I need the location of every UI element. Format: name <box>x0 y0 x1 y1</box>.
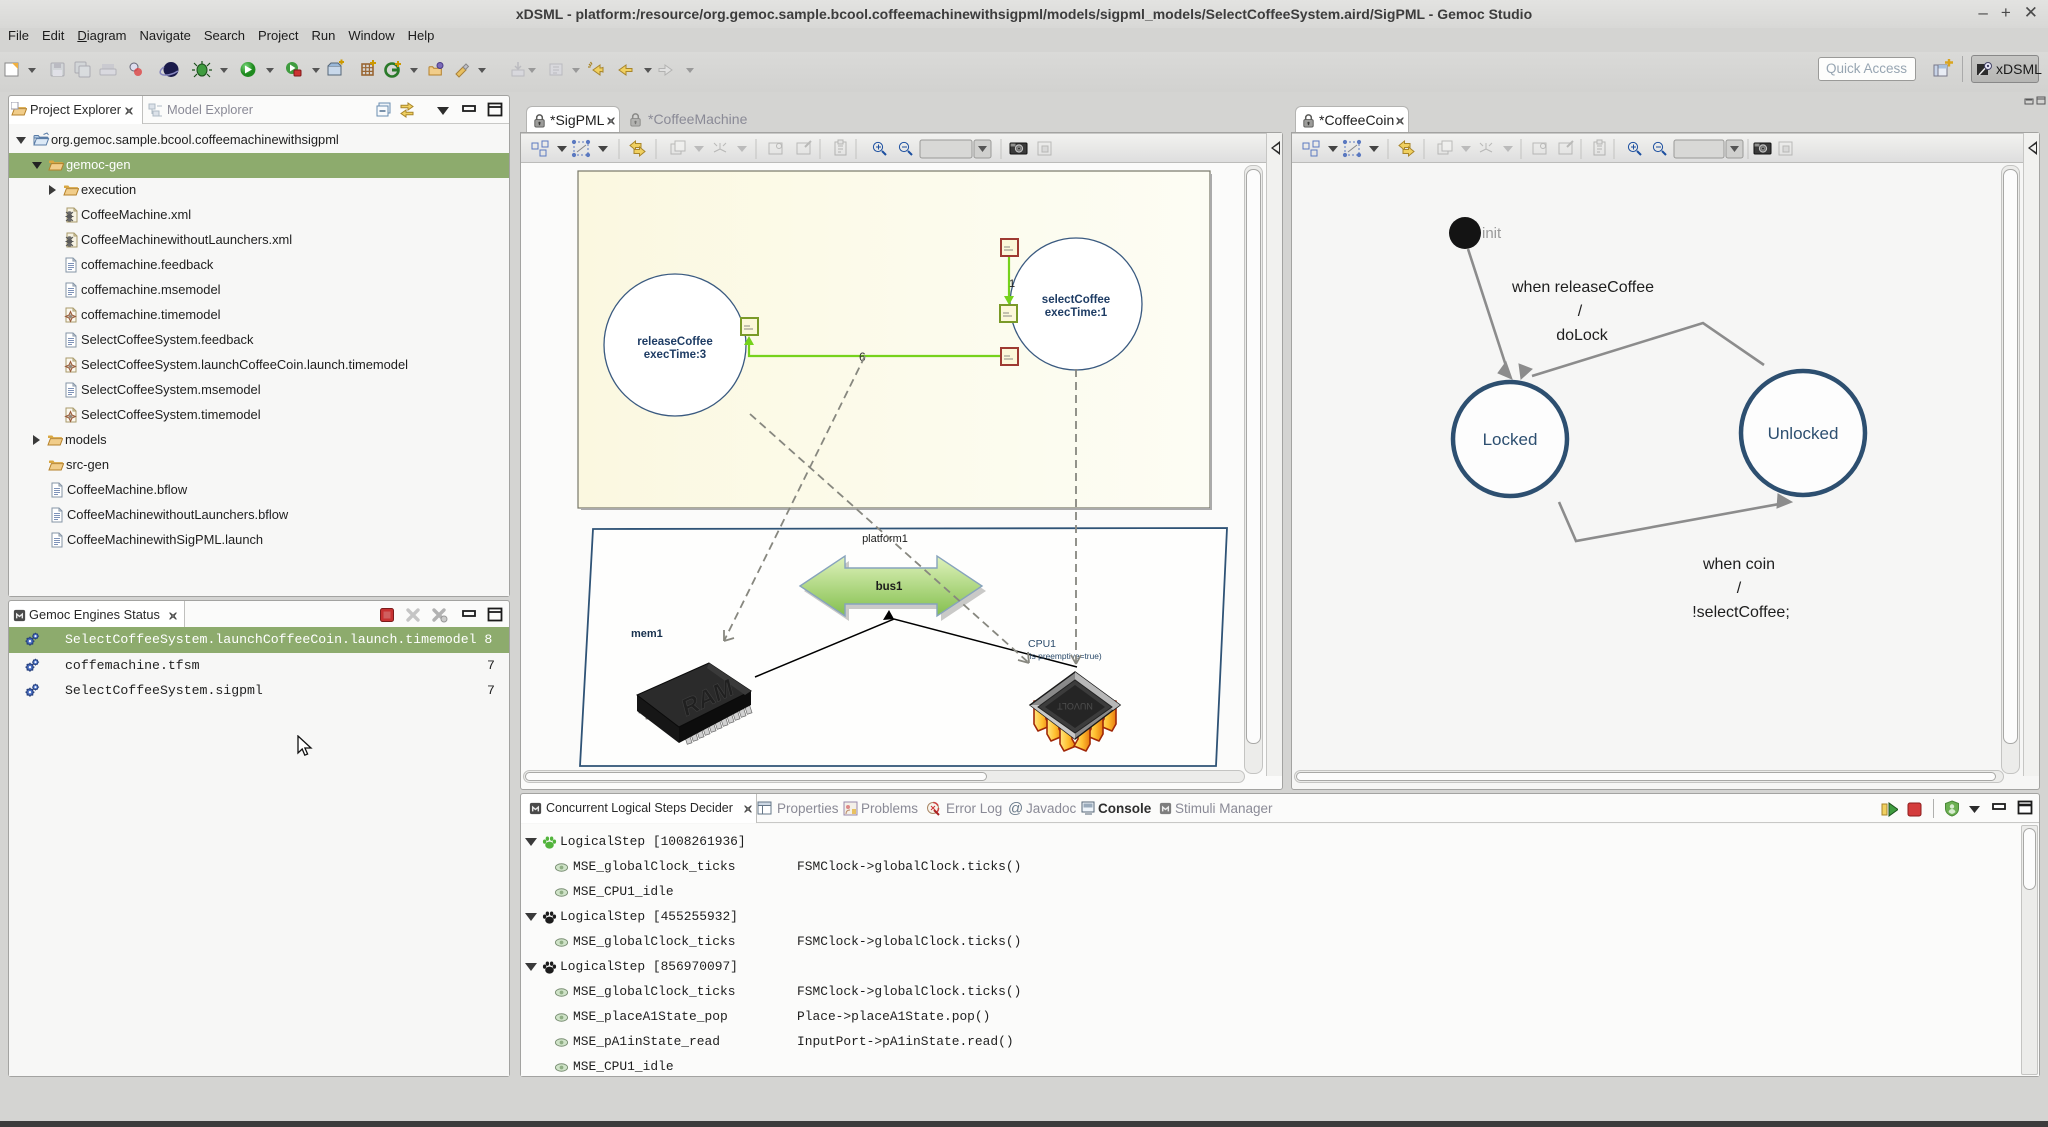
svg-text:mem1: mem1 <box>631 628 663 640</box>
svg-text:!selectCoffee;: !selectCoffee; <box>1692 604 1790 621</box>
svg-text:when coin: when coin <box>1702 556 1775 573</box>
svg-text:init: init <box>1482 225 1502 242</box>
svg-text:bus1: bus1 <box>876 581 903 593</box>
svg-text:execTime:1: execTime:1 <box>1045 307 1108 319</box>
svg-text:Locked: Locked <box>1483 430 1538 449</box>
svg-text:execTime:3: execTime:3 <box>644 349 706 361</box>
svg-text:/: / <box>1578 303 1583 320</box>
svg-text:releaseCoffee: releaseCoffee <box>637 336 712 348</box>
svg-text:platform1: platform1 <box>862 533 908 545</box>
svg-text:1: 1 <box>1009 278 1015 290</box>
svg-text:/: / <box>1737 580 1742 597</box>
svg-text:Unlocked: Unlocked <box>1768 424 1839 443</box>
svg-text:CPU1: CPU1 <box>1028 638 1056 650</box>
svg-text:NUVOLT: NUVOLT <box>1057 701 1093 711</box>
svg-text:(is preemptive=true): (is preemptive=true) <box>1027 651 1102 661</box>
svg-text:selectCoffee: selectCoffee <box>1042 294 1110 306</box>
svg-text:when releaseCoffee: when releaseCoffee <box>1511 279 1654 296</box>
svg-text:doLock: doLock <box>1556 327 1609 344</box>
